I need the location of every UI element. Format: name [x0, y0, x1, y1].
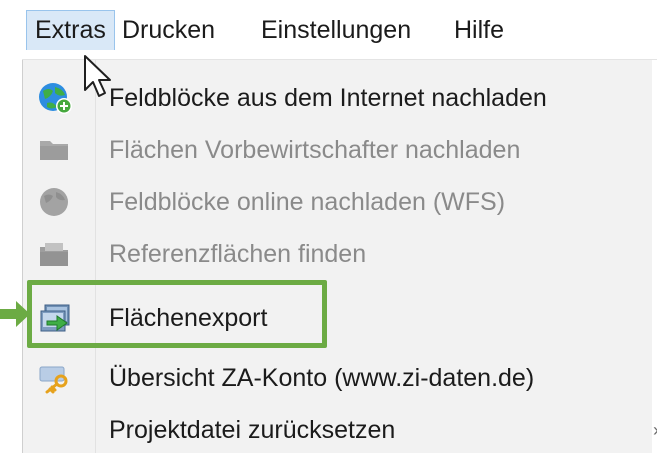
mouse-cursor-icon [84, 55, 111, 97]
menu-item-flaechen-vorbewirtschafter[interactable]: Flächen Vorbewirtschafter nachladen [23, 124, 653, 176]
menu-drucken[interactable]: Drucken [113, 10, 224, 50]
extras-dropdown-menu: Feldblöcke aus dem Internet nachladen Fl… [22, 60, 657, 453]
menu-item-uebersicht-za-konto[interactable]: Übersicht ZA-Konto (www.zi-daten.de) [23, 352, 653, 404]
menu-item-label: Referenzflächen finden [109, 240, 367, 268]
search-folder-icon [37, 237, 73, 271]
menu-item-label: Feldblöcke online nachladen (WFS) [109, 188, 506, 216]
menu-item-label: Projektdatei zurücksetzen [109, 416, 396, 444]
highlight-box [27, 280, 327, 348]
globe-download-icon [37, 81, 73, 115]
menu-item-referenzflaechen[interactable]: Referenzflächen finden [23, 228, 653, 280]
menu-hilfe[interactable]: Hilfe [445, 10, 513, 50]
menu-item-label: Übersicht ZA-Konto (www.zi-daten.de) [109, 364, 535, 392]
key-icon [37, 361, 73, 395]
globe-icon [37, 185, 73, 219]
menu-item-feldbloecke-internet[interactable]: Feldblöcke aus dem Internet nachladen [23, 72, 653, 124]
menu-item-feldbloecke-wfs[interactable]: Feldblöcke online nachladen (WFS) [23, 176, 653, 228]
menu-item-label: Feldblöcke aus dem Internet nachladen [109, 84, 547, 112]
menu-bar: Extras Drucken Einstellungen Hilfe [22, 0, 657, 60]
menu-item-projektdatei-zuruecksetzen[interactable]: Projektdatei zurücksetzen › [23, 404, 657, 453]
arrow-pointer-icon [0, 301, 30, 327]
menu-extras[interactable]: Extras [26, 10, 115, 50]
folder-icon [37, 133, 73, 167]
submenu-arrow-icon: › [653, 404, 657, 453]
menu-item-label: Flächen Vorbewirtschafter nachladen [109, 136, 521, 164]
menu-einstellungen[interactable]: Einstellungen [252, 10, 420, 50]
